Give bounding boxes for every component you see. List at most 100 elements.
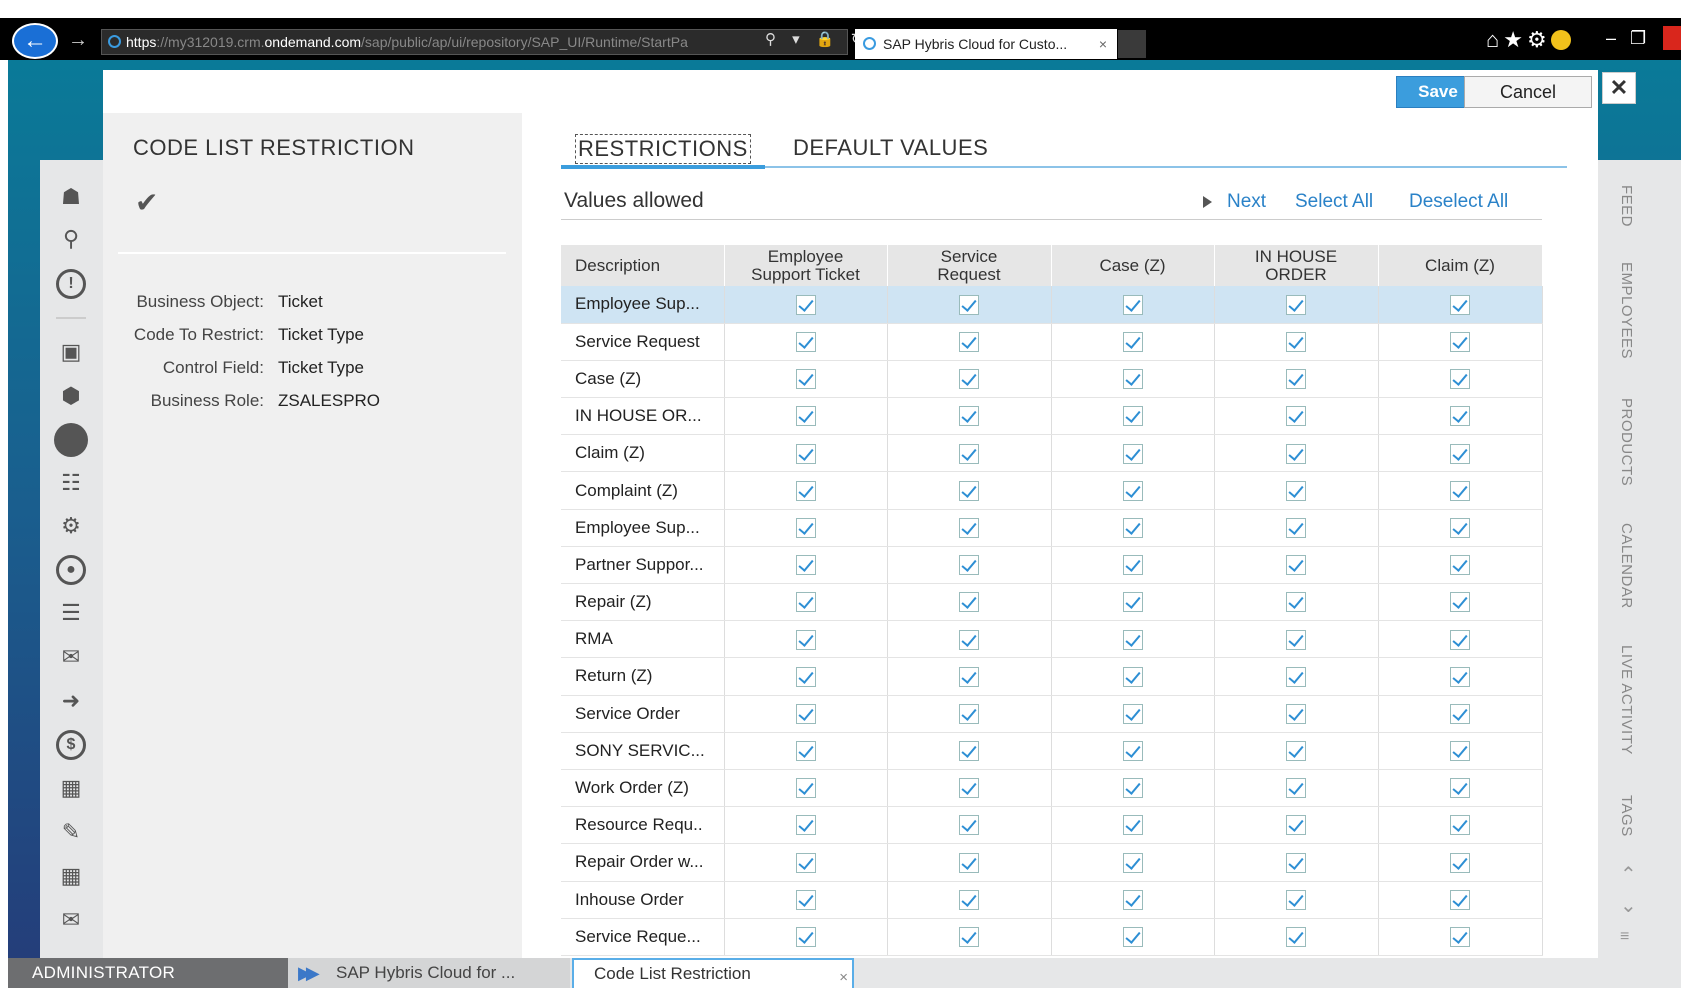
allowed-checkbox[interactable]: [1286, 778, 1306, 799]
allowed-checkbox[interactable]: [1122, 666, 1143, 687]
allowed-checkbox[interactable]: [1286, 332, 1306, 353]
org-chart-icon[interactable]: ▣: [52, 336, 90, 368]
allowed-checkbox[interactable]: [795, 443, 816, 464]
allowed-checkbox[interactable]: [959, 443, 979, 464]
allowed-checkbox[interactable]: [959, 889, 979, 910]
allowed-checkbox[interactable]: [959, 703, 979, 724]
table-row[interactable]: Employee Sup...: [561, 509, 1543, 547]
allowed-checkbox[interactable]: [959, 480, 979, 501]
allowed-checkbox[interactable]: [1450, 369, 1470, 390]
allowed-checkbox[interactable]: [1122, 741, 1143, 762]
table-row[interactable]: Case (Z): [561, 360, 1543, 399]
dollar-icon[interactable]: $: [52, 729, 90, 761]
allowed-checkbox[interactable]: [1450, 517, 1470, 538]
menu-lines-icon[interactable]: ≡: [1620, 928, 1629, 946]
table-row[interactable]: Service Request: [561, 323, 1543, 361]
minimize-icon[interactable]: –: [1606, 28, 1630, 48]
next-link[interactable]: Next: [1227, 191, 1266, 213]
allowed-checkbox[interactable]: [959, 778, 979, 799]
allowed-checkbox[interactable]: [1286, 666, 1306, 687]
allowed-checkbox[interactable]: [795, 778, 816, 799]
allowed-checkbox[interactable]: [1122, 406, 1143, 427]
allowed-checkbox[interactable]: [1286, 555, 1306, 576]
user-list-icon[interactable]: ☰: [52, 597, 90, 629]
user-card-icon[interactable]: ▦: [52, 772, 90, 804]
allowed-checkbox[interactable]: [1286, 889, 1306, 910]
allowed-checkbox[interactable]: [1122, 369, 1143, 390]
allowed-checkbox[interactable]: [959, 629, 979, 650]
allowed-checkbox[interactable]: [1122, 889, 1143, 910]
allowed-checkbox[interactable]: [1122, 332, 1143, 353]
allowed-checkbox[interactable]: [1450, 592, 1470, 613]
allowed-checkbox[interactable]: [1286, 369, 1306, 390]
table-row[interactable]: Employee Sup...: [561, 286, 1543, 324]
allowed-checkbox[interactable]: [1286, 927, 1306, 948]
bottom-tab-home[interactable]: ▶▶ SAP Hybris Cloud for ...: [288, 958, 570, 988]
allowed-checkbox[interactable]: [1450, 889, 1470, 910]
scroll-up-icon[interactable]: ⌃: [1620, 862, 1637, 887]
calendar-clock-icon[interactable]: ▦: [52, 860, 90, 892]
search-icon[interactable]: ⚲: [52, 223, 90, 255]
user-role-label[interactable]: ADMINISTRATOR: [8, 958, 288, 988]
user-circle-icon[interactable]: ●: [52, 554, 90, 586]
allowed-checkbox[interactable]: [795, 666, 816, 687]
allowed-checkbox[interactable]: [795, 517, 816, 538]
allowed-checkbox[interactable]: [1286, 703, 1306, 724]
right-nav-feed[interactable]: FEED: [1618, 185, 1635, 227]
allowed-checkbox[interactable]: [795, 629, 816, 650]
feedback-smiley-icon[interactable]: [1550, 30, 1571, 50]
close-tab-icon[interactable]: ×: [839, 964, 848, 988]
allowed-checkbox[interactable]: [959, 517, 979, 538]
table-row[interactable]: Repair Order w...: [561, 843, 1543, 882]
allowed-checkbox[interactable]: [1122, 555, 1143, 576]
tab-restrictions[interactable]: RESTRICTIONS: [575, 134, 751, 164]
allowed-checkbox[interactable]: [1286, 443, 1306, 464]
allowed-checkbox[interactable]: [959, 666, 979, 687]
allowed-checkbox[interactable]: [1122, 852, 1143, 873]
right-nav-employees[interactable]: EMPLOYEES: [1618, 262, 1635, 359]
circle-icon[interactable]: [52, 423, 90, 457]
table-row[interactable]: Claim (Z): [561, 434, 1543, 473]
table-row[interactable]: RMA: [561, 620, 1543, 659]
allowed-checkbox[interactable]: [959, 332, 979, 353]
allowed-checkbox[interactable]: [1286, 852, 1306, 873]
table-row[interactable]: Repair (Z): [561, 583, 1543, 622]
allowed-checkbox[interactable]: [959, 852, 979, 873]
table-row[interactable]: Service Order: [561, 695, 1543, 733]
money-transfer-icon[interactable]: ➜: [52, 685, 90, 717]
allowed-checkbox[interactable]: [1450, 666, 1470, 687]
right-nav-tags[interactable]: TAGS: [1618, 795, 1635, 837]
table-row[interactable]: Partner Suppor...: [561, 546, 1543, 585]
allowed-checkbox[interactable]: [1122, 778, 1143, 799]
forward-button[interactable]: →: [68, 29, 88, 52]
allowed-checkbox[interactable]: [1122, 927, 1143, 948]
allowed-checkbox[interactable]: [959, 406, 979, 427]
address-actions[interactable]: ⚲ ▾ 🔒 ↻: [765, 30, 869, 48]
table-row[interactable]: Work Order (Z): [561, 769, 1543, 808]
allowed-checkbox[interactable]: [795, 480, 816, 501]
allowed-checkbox[interactable]: [1286, 629, 1306, 650]
allowed-checkbox[interactable]: [1122, 480, 1143, 501]
back-button[interactable]: ←: [12, 23, 58, 59]
settings-gear-icon[interactable]: ⚙: [1527, 27, 1551, 52]
allowed-checkbox[interactable]: [959, 927, 979, 948]
allowed-checkbox[interactable]: [1122, 703, 1143, 724]
allowed-checkbox[interactable]: [795, 555, 816, 576]
allowed-checkbox[interactable]: [959, 369, 979, 390]
allowed-checkbox[interactable]: [1450, 778, 1470, 799]
allowed-checkbox[interactable]: [795, 332, 816, 353]
allowed-checkbox[interactable]: [795, 927, 816, 948]
home-icon[interactable]: ☗: [52, 181, 90, 213]
allowed-checkbox[interactable]: [1450, 703, 1470, 724]
restore-icon[interactable]: ❐: [1630, 28, 1660, 48]
allowed-checkbox[interactable]: [795, 406, 816, 427]
allowed-checkbox[interactable]: [1122, 443, 1143, 464]
table-row[interactable]: Resource Requ..: [561, 806, 1543, 845]
tab-default-values[interactable]: DEFAULT VALUES: [793, 135, 988, 161]
analytics-icon[interactable]: ☷: [52, 467, 90, 499]
allowed-checkbox[interactable]: [795, 741, 816, 762]
allowed-checkbox[interactable]: [959, 592, 979, 613]
gear-icon[interactable]: ⚙: [52, 510, 90, 542]
allowed-checkbox[interactable]: [795, 592, 816, 613]
bottom-tab-code-list[interactable]: Code List Restriction ×: [572, 958, 854, 988]
